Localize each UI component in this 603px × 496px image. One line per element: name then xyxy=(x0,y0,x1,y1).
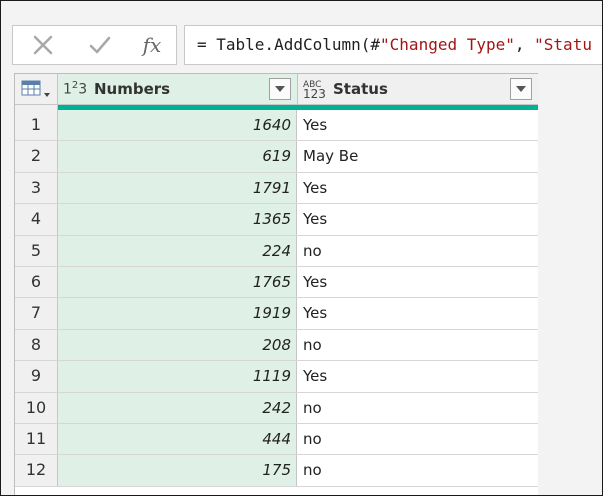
row-index[interactable]: 2 xyxy=(15,141,58,172)
table-row: 4 1365 Yes xyxy=(15,204,538,236)
table-row: 6 1765 Yes xyxy=(15,266,538,299)
row-index[interactable]: 11 xyxy=(15,423,58,455)
close-icon xyxy=(33,35,53,55)
chevron-down-icon xyxy=(275,86,285,92)
row-index[interactable]: 12 xyxy=(15,455,58,486)
fx-icon: fx xyxy=(142,33,162,57)
status-cell[interactable]: Yes xyxy=(298,298,543,328)
row-index[interactable]: 10 xyxy=(15,392,58,423)
formula-bar: fx = Table.AddColumn(#"Changed Type", "S… xyxy=(12,25,602,65)
column-header-status[interactable]: ABC 123 Status xyxy=(298,74,538,105)
row-index[interactable]: 3 xyxy=(15,172,58,204)
numbers-cell[interactable]: 1791 xyxy=(58,172,297,204)
row-index[interactable]: 6 xyxy=(15,266,58,298)
empty-canvas-area xyxy=(538,73,602,495)
numbers-filter-button[interactable] xyxy=(269,78,291,100)
row-index[interactable]: 7 xyxy=(15,298,58,329)
insert-function-button[interactable]: fx xyxy=(137,31,167,59)
row-index[interactable]: 8 xyxy=(15,329,58,361)
table-row: 3 1791 Yes xyxy=(15,172,538,205)
status-cell[interactable]: Yes xyxy=(298,173,543,203)
row-index[interactable]: 5 xyxy=(15,235,58,266)
numbers-cell[interactable]: 224 xyxy=(58,235,297,266)
numbers-cell[interactable]: 242 xyxy=(58,392,297,423)
numbers-cell[interactable]: 1919 xyxy=(58,298,297,329)
chevron-down-icon xyxy=(516,86,526,92)
column-name-status: Status xyxy=(333,80,388,98)
status-cell[interactable]: Yes xyxy=(298,267,543,297)
table-menu-button[interactable] xyxy=(15,74,58,105)
query-editor-window: fx = Table.AddColumn(#"Changed Type", "S… xyxy=(0,0,603,496)
confirm-button[interactable] xyxy=(85,31,115,59)
table-row: 5 224 no xyxy=(15,235,538,267)
numbers-cell[interactable]: 1119 xyxy=(58,361,297,392)
formula-string-1: "Changed Type" xyxy=(380,35,515,54)
status-cell[interactable]: May Be xyxy=(298,141,543,171)
any-type-icon[interactable]: ABC 123 xyxy=(303,81,326,101)
table-row: 8 208 no xyxy=(15,329,538,362)
check-icon xyxy=(89,36,111,54)
row-index[interactable]: 1 xyxy=(15,110,58,141)
table-row: 7 1919 Yes xyxy=(15,298,538,330)
numbers-cell[interactable]: 619 xyxy=(58,141,297,172)
numbers-cell[interactable]: 1640 xyxy=(58,110,297,141)
numbers-cell[interactable]: 175 xyxy=(58,455,297,486)
formula-prefix: = Table.AddColumn(# xyxy=(197,35,381,54)
data-grid: 123 Numbers ABC 123 Status 1 1640 Yes 2 6… xyxy=(14,73,539,495)
column-name-numbers: Numbers xyxy=(94,80,171,98)
numbers-cell[interactable]: 208 xyxy=(58,329,297,361)
status-cell[interactable]: Yes xyxy=(298,204,543,234)
formula-input[interactable]: = Table.AddColumn(#"Changed Type", "Stat… xyxy=(184,25,602,65)
table-row: 1 1640 Yes xyxy=(15,110,538,142)
formula-mid: , xyxy=(514,35,535,54)
cancel-button[interactable] xyxy=(28,31,58,59)
numbers-cell[interactable]: 1765 xyxy=(58,266,297,298)
formula-buttons: fx xyxy=(12,25,177,65)
row-index[interactable]: 4 xyxy=(15,204,58,235)
status-cell[interactable]: Yes xyxy=(298,361,543,391)
status-cell[interactable]: no xyxy=(298,330,543,360)
table-row: 12 175 no xyxy=(15,455,538,487)
table-row: 2 619 May Be xyxy=(15,141,538,173)
status-cell[interactable]: no xyxy=(298,236,543,266)
status-filter-button[interactable] xyxy=(510,78,532,100)
table-row: 9 1119 Yes xyxy=(15,361,538,393)
table-body: 1 1640 Yes 2 619 May Be 3 1791 Yes 4 136… xyxy=(15,110,538,487)
numbers-cell[interactable]: 1365 xyxy=(58,204,297,235)
table-row: 10 242 no xyxy=(15,392,538,424)
column-header-numbers[interactable]: 123 Numbers xyxy=(58,74,298,105)
status-cell[interactable]: no xyxy=(298,424,543,454)
numbers-cell[interactable]: 444 xyxy=(58,423,297,455)
row-index[interactable]: 9 xyxy=(15,361,58,392)
number-type-icon[interactable]: 123 xyxy=(63,80,87,98)
formula-string-2: "Statu xyxy=(534,35,592,54)
status-cell[interactable]: no xyxy=(298,455,543,485)
table-icon xyxy=(21,80,50,97)
status-cell[interactable]: Yes xyxy=(298,110,543,140)
table-row: 11 444 no xyxy=(15,423,538,456)
status-cell[interactable]: no xyxy=(298,393,543,423)
